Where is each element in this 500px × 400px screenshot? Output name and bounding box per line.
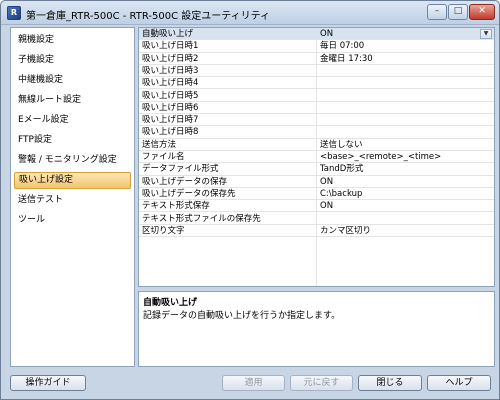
property-value[interactable]: 送信しない xyxy=(320,139,480,151)
sidebar-item-remote-unit[interactable]: 子機設定 xyxy=(14,52,131,69)
property-row[interactable]: 吸い上げ日時1 毎日 07:00 xyxy=(139,40,494,53)
property-value[interactable]: カンマ区切り xyxy=(320,225,480,237)
property-row[interactable]: 区切り文字 カンマ区切り xyxy=(139,225,494,238)
property-value[interactable]: 金曜日 17:30 xyxy=(320,53,480,65)
property-row[interactable]: 吸い上げ日時4 xyxy=(139,77,494,90)
property-row[interactable]: 吸い上げ日時7 xyxy=(139,114,494,127)
property-value[interactable]: C:\backup xyxy=(320,188,480,200)
dropdown-arrow-icon[interactable]: ▼ xyxy=(480,29,492,39)
sidebar-item-email[interactable]: Eメール設定 xyxy=(14,112,131,129)
property-name: 吸い上げ日時8 xyxy=(142,127,199,138)
property-row[interactable]: 吸い上げ日時3 xyxy=(139,65,494,78)
property-value[interactable]: ON xyxy=(320,28,480,40)
description-text: 記録データの自動吸い上げを行うか指定します。 xyxy=(143,311,341,321)
window-title: 第一倉庫_RTR-500C - RTR-500C 設定ユーティリティ xyxy=(26,11,271,22)
property-row[interactable]: 送信方法 送信しない xyxy=(139,139,494,151)
app-window: R 第一倉庫_RTR-500C - RTR-500C 設定ユーティリティ – □… xyxy=(0,0,500,400)
property-value[interactable] xyxy=(320,213,480,225)
property-name: テキスト形式保存 xyxy=(142,201,210,212)
property-name: 吸い上げ日時1 xyxy=(142,41,199,52)
property-row[interactable]: 吸い上げデータの保存 ON xyxy=(139,176,494,188)
sidebar-item-ftp[interactable]: FTP設定 xyxy=(14,132,131,149)
property-name: ファイル名 xyxy=(142,152,185,162)
property-row[interactable]: 吸い上げ日時5 xyxy=(139,90,494,102)
apply-button[interactable]: 適用 xyxy=(222,375,285,391)
property-name: 吸い上げ日時2 xyxy=(142,53,199,64)
app-icon: R xyxy=(7,6,21,20)
property-row[interactable]: 吸い上げ日時8 xyxy=(139,126,494,139)
property-value[interactable]: TandD形式 xyxy=(320,163,480,175)
property-name: テキスト形式ファイルの保存先 xyxy=(142,213,261,224)
property-row[interactable]: 吸い上げ日時2 金曜日 17:30 xyxy=(139,53,494,65)
property-row[interactable]: 吸い上げデータの保存先 C:\backup xyxy=(139,188,494,201)
property-row[interactable]: テキスト形式保存 ON xyxy=(139,200,494,213)
property-value[interactable]: <base>_<remote>_<time> xyxy=(320,151,480,163)
property-name: 区切り文字 xyxy=(142,225,185,236)
title-bar[interactable]: R 第一倉庫_RTR-500C - RTR-500C 設定ユーティリティ – □… xyxy=(1,1,499,25)
property-grid: 自動吸い上げ ON ▼ 吸い上げ日時1 毎日 07:00 吸い上げ日時2 金曜日 17:30… xyxy=(138,27,495,287)
property-value[interactable] xyxy=(320,114,480,126)
property-row[interactable]: 自動吸い上げ ON ▼ xyxy=(139,28,494,41)
sidebar-item-wireless-route[interactable]: 無線ルート設定 xyxy=(14,92,131,109)
help-button[interactable]: ヘルプ xyxy=(427,375,491,391)
property-value[interactable]: 毎日 07:00 xyxy=(320,40,480,52)
property-name: データファイル形式 xyxy=(142,164,219,175)
property-value[interactable] xyxy=(320,102,480,114)
sidebar-item-repeater[interactable]: 中継機設定 xyxy=(14,72,131,89)
operation-guide-button[interactable]: 操作ガイド xyxy=(10,375,86,391)
sidebar-item-download[interactable]: 吸い上げ設定 xyxy=(14,172,131,189)
property-name: 吸い上げデータの保存 xyxy=(142,176,228,187)
property-name: 吸い上げ日時6 xyxy=(142,102,199,113)
property-row[interactable]: ファイル名 <base>_<remote>_<time> xyxy=(139,151,494,164)
property-name: 吸い上げ日時4 xyxy=(142,78,199,89)
client-area: 親機設定 子機設定 中継機設定 無線ルート設定 Eメール設定 FTP設定 警報 … xyxy=(7,27,495,367)
property-value[interactable]: ON xyxy=(320,176,480,188)
property-value[interactable] xyxy=(320,126,480,138)
property-name: 吸い上げデータの保存先 xyxy=(142,188,236,199)
maximize-button[interactable]: □ xyxy=(448,4,468,20)
property-value[interactable] xyxy=(320,65,480,77)
close-window-button[interactable]: ✕ xyxy=(469,4,495,20)
property-name: 送信方法 xyxy=(142,139,177,150)
sidebar-item-base-unit[interactable]: 親機設定 xyxy=(14,32,131,49)
settings-sidebar: 親機設定 子機設定 中継機設定 無線ルート設定 Eメール設定 FTP設定 警報 … xyxy=(10,27,135,367)
property-value[interactable]: ON xyxy=(320,200,480,212)
description-panel: 自動吸い上げ 記録データの自動吸い上げを行うか指定します。 xyxy=(138,291,495,367)
property-name: 自動吸い上げ xyxy=(142,29,194,39)
property-row[interactable]: データファイル形式 TandD形式 xyxy=(139,163,494,176)
property-name: 吸い上げ日時5 xyxy=(142,90,199,101)
close-button[interactable]: 閉じる xyxy=(358,375,422,391)
sidebar-item-warning-monitoring[interactable]: 警報 / モニタリング設定 xyxy=(14,152,131,169)
revert-button[interactable]: 元に戻す xyxy=(290,375,353,391)
property-value[interactable] xyxy=(320,77,480,89)
property-name: 吸い上げ日時3 xyxy=(142,65,199,76)
minimize-button[interactable]: – xyxy=(427,4,447,20)
property-value[interactable] xyxy=(320,90,480,102)
sidebar-item-send-test[interactable]: 送信テスト xyxy=(14,192,131,209)
sidebar-item-tools[interactable]: ツール xyxy=(14,212,131,229)
property-name: 吸い上げ日時7 xyxy=(142,115,199,126)
property-row[interactable]: 吸い上げ日時6 xyxy=(139,102,494,115)
description-title: 自動吸い上げ xyxy=(143,298,198,308)
property-row[interactable]: テキスト形式ファイルの保存先 xyxy=(139,213,494,225)
